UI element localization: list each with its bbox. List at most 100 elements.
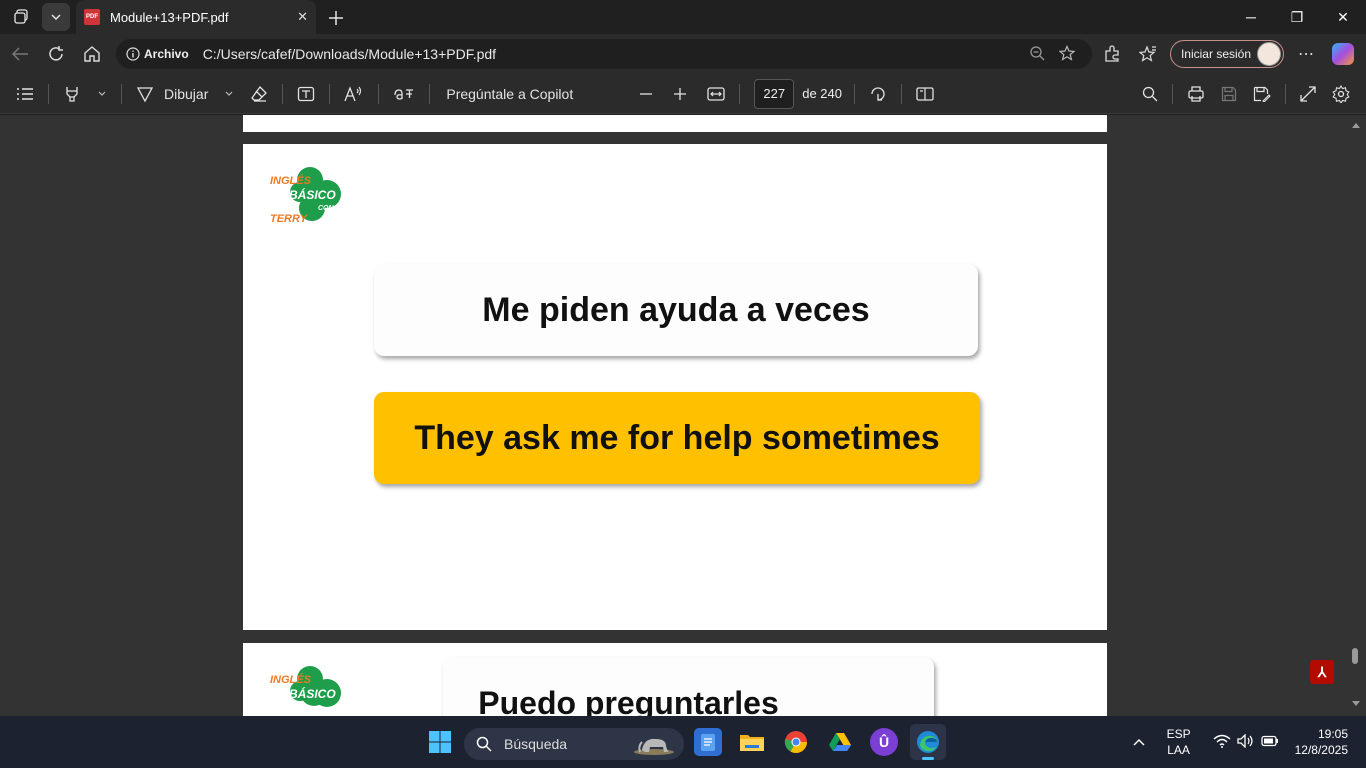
spanish-phrase: Me piden ayuda a veces	[482, 290, 870, 329]
home-icon[interactable]	[74, 38, 110, 70]
right-nav: Iniciar sesión ⋯	[1094, 34, 1366, 74]
ingles-basico-con-terry-logo: INGLÉS BÁSICO CON TERRY	[270, 167, 341, 225]
windows-start-icon[interactable]	[426, 728, 454, 756]
separator	[378, 83, 380, 104]
fullscreen-icon[interactable]	[1292, 78, 1324, 110]
signin-label: Iniciar sesión	[1180, 47, 1251, 61]
favorites-icon[interactable]	[1130, 38, 1166, 70]
save-as-icon[interactable]	[1245, 78, 1279, 110]
notepad-app-icon[interactable]	[694, 728, 722, 756]
search-icon	[476, 736, 492, 752]
workspaces-icon[interactable]	[8, 3, 36, 31]
taskbar-search[interactable]: Búsqueda	[464, 728, 684, 760]
eraser-icon[interactable]	[242, 78, 276, 110]
title-bar: PDF Module+13+PDF.pdf ✕ ─ ❐ ✕	[0, 0, 1366, 34]
battery-icon[interactable]	[1260, 735, 1279, 750]
volume-icon[interactable]	[1236, 732, 1255, 751]
info-icon[interactable]	[126, 47, 140, 61]
page-number-input[interactable]: 227	[754, 78, 795, 109]
refresh-icon[interactable]	[38, 38, 74, 70]
tab-pdf[interactable]: PDF Module+13+PDF.pdf ✕	[76, 0, 316, 34]
draw-pen-icon	[136, 86, 154, 102]
microsoft-edge-app-icon[interactable]	[910, 724, 946, 760]
restore-icon[interactable]: ❐	[1274, 0, 1320, 34]
input-language-indicator[interactable]: ESP LAA	[1167, 726, 1191, 758]
draw-button[interactable]: Dibujar	[128, 78, 216, 110]
separator	[1285, 84, 1286, 104]
zoom-in-icon[interactable]	[665, 78, 695, 110]
address-row: Archivo C:/Users/cafef/Downloads/Module+…	[0, 34, 1366, 74]
clock[interactable]: 19:05 12/8/2025	[1295, 726, 1348, 758]
address-info-label: Archivo	[144, 47, 189, 61]
highlight-options-chevron-icon[interactable]	[89, 78, 115, 110]
ask-copilot-button[interactable]: Pregúntale a Copilot	[436, 78, 583, 110]
total-pages-label: de 240	[802, 86, 842, 101]
save-icon[interactable]	[1213, 78, 1245, 110]
next-page-phrase: Puedo preguntarles	[478, 685, 779, 716]
english-phrase: They ask me for help sometimes	[414, 418, 940, 457]
separator	[121, 83, 122, 104]
signin-button[interactable]: Iniciar sesión	[1169, 40, 1284, 68]
search-icon[interactable]	[1134, 78, 1166, 110]
contents-list-icon[interactable]	[8, 78, 42, 110]
google-drive-app-icon[interactable]	[826, 728, 854, 756]
logo-text-bottom: TERRY	[270, 213, 309, 225]
read-aloud-icon[interactable]	[336, 78, 372, 110]
extensions-icon[interactable]	[1094, 38, 1130, 70]
back-icon[interactable]	[2, 38, 38, 70]
avatar	[1257, 42, 1281, 66]
separator	[282, 83, 284, 104]
zoom-out-icon[interactable]	[631, 78, 661, 110]
scrollbar-thumb[interactable]	[1352, 648, 1358, 664]
pdf-viewer[interactable]: INGLÉS BÁSICO CON TERRY Me piden ayuda a…	[0, 115, 1366, 716]
minimize-icon[interactable]: ─	[1228, 0, 1274, 34]
logo-text-mid: BÁSICO	[289, 187, 336, 202]
next-phrase-card: Puedo preguntarles	[443, 657, 934, 716]
favorite-star-icon[interactable]	[1052, 44, 1082, 64]
ingles-basico-con-terry-logo: INGLÉS BÁSICO	[270, 666, 341, 707]
highlight-icon[interactable]	[55, 78, 89, 110]
tab-actions-chevron-icon[interactable]	[42, 3, 70, 31]
settings-gear-icon[interactable]	[1324, 78, 1358, 110]
fit-width-icon[interactable]	[699, 78, 733, 110]
address-bar[interactable]: Archivo C:/Users/cafef/Downloads/Module+…	[116, 39, 1092, 69]
separator	[48, 83, 49, 104]
close-tab-icon[interactable]: ✕	[297, 9, 308, 25]
logo-text-top: INGLÉS	[270, 673, 312, 686]
add-text-icon[interactable]	[289, 78, 323, 110]
file-explorer-app-icon[interactable]	[738, 728, 766, 756]
zoom-icon[interactable]	[1022, 45, 1052, 64]
wifi-icon[interactable]	[1213, 734, 1231, 751]
google-chrome-app-icon[interactable]	[782, 728, 810, 756]
logo-text-con: CON	[318, 205, 335, 212]
logo-text-mid: BÁSICO	[289, 686, 336, 701]
search-placeholder: Búsqueda	[504, 736, 568, 752]
separator	[901, 83, 902, 104]
pdf-toolbar: Dibujar Pregúntale a Copilot 227 de 240	[0, 74, 1366, 114]
separator	[739, 83, 741, 104]
show-hidden-icons-chevron-icon[interactable]	[1125, 735, 1153, 749]
clock-date: 12/8/2025	[1294, 743, 1348, 757]
new-tab-icon[interactable]	[322, 4, 350, 32]
copilot-icon[interactable]	[1332, 43, 1354, 65]
draw-options-chevron-icon[interactable]	[216, 78, 242, 110]
translate-icon[interactable]	[385, 78, 423, 110]
more-options-icon[interactable]: ⋯	[1288, 38, 1324, 70]
rotate-icon[interactable]	[861, 78, 895, 110]
language-line2: LAA	[1167, 743, 1190, 757]
print-icon[interactable]	[1179, 78, 1213, 110]
close-window-icon[interactable]: ✕	[1320, 0, 1366, 34]
separator	[429, 83, 431, 104]
scroll-down-arrow-icon[interactable]	[1351, 700, 1361, 708]
vertical-scrollbar[interactable]	[1346, 115, 1366, 716]
adobe-acrobat-icon[interactable]: ⅄	[1310, 660, 1334, 684]
next-page: INGLÉS BÁSICO Puedo preguntarles	[243, 643, 1107, 716]
proton-vpn-app-icon[interactable]: Û	[870, 728, 898, 756]
previous-page	[243, 115, 1107, 132]
separator	[1172, 84, 1173, 104]
spanish-phrase-card: Me piden ayuda a veces	[374, 264, 978, 356]
scroll-up-arrow-icon[interactable]	[1351, 121, 1361, 129]
url-text[interactable]: C:/Users/cafef/Downloads/Module+13+PDF.p…	[203, 46, 1022, 62]
logo-text-top: INGLÉS	[270, 174, 312, 187]
page-view-icon[interactable]	[908, 78, 942, 110]
